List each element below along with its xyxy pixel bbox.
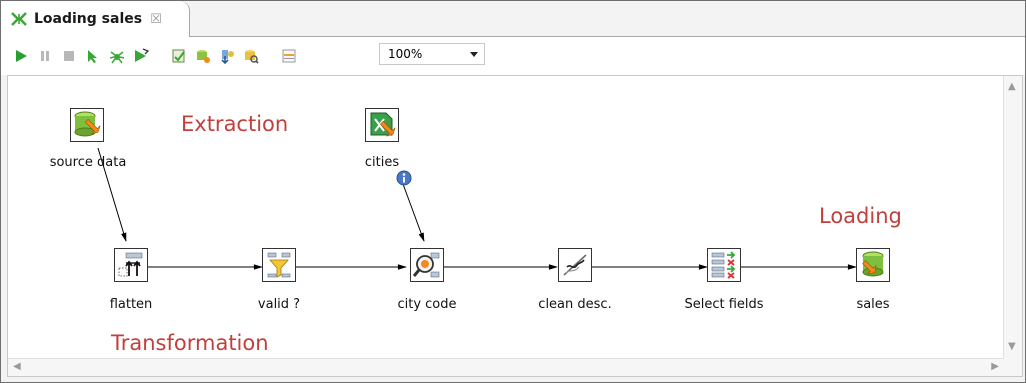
run-icon[interactable]	[11, 46, 31, 66]
filter-icon	[267, 252, 291, 278]
close-icon[interactable]: ☒	[150, 12, 162, 27]
scroll-left-icon[interactable]: ◀	[13, 361, 21, 372]
flatten-icon	[118, 252, 143, 277]
transformation-canvas[interactable]: Extraction Loading Transformation source…	[7, 75, 1023, 377]
explore-db-icon[interactable]	[241, 46, 261, 66]
hop-cities-to-citycode[interactable]	[402, 183, 425, 242]
section-label-loading: Loading	[819, 204, 902, 228]
pause-icon[interactable]	[35, 46, 55, 66]
toolbar: 100%	[1, 37, 1025, 75]
step-sales[interactable]	[856, 248, 890, 282]
step-valid[interactable]	[262, 248, 296, 282]
tab-bar: Loading sales ☒	[1, 1, 1025, 37]
info-icon[interactable]	[396, 170, 412, 186]
zoom-value: 100%	[388, 47, 423, 61]
section-label-extraction: Extraction	[181, 112, 289, 136]
horizontal-scrollbar[interactable]: ◀ ▶	[8, 358, 1004, 376]
step-city-code[interactable]	[410, 248, 444, 282]
show-results-icon[interactable]	[279, 46, 299, 66]
impact-icon[interactable]	[193, 46, 213, 66]
transformation-icon	[11, 12, 27, 26]
step-source-data[interactable]	[70, 108, 104, 142]
tab-title: Loading sales	[34, 11, 143, 27]
step-select-fields[interactable]	[707, 248, 741, 282]
step-label-flatten: flatten	[109, 297, 153, 312]
section-label-transformation: Transformation	[111, 331, 269, 355]
step-clean-desc[interactable]	[558, 248, 592, 282]
vertical-scrollbar[interactable]: ▲ ▼	[1003, 76, 1022, 376]
select-values-icon	[711, 251, 736, 279]
debug-icon[interactable]	[107, 46, 127, 66]
stop-icon[interactable]	[59, 46, 79, 66]
step-label-sales: sales	[856, 297, 890, 312]
sql-icon[interactable]	[217, 46, 237, 66]
step-label-clean-desc: clean desc.	[538, 297, 612, 312]
table-output-icon	[862, 251, 884, 277]
lookup-icon	[413, 252, 440, 278]
table-input-icon	[74, 111, 101, 137]
step-cities[interactable]	[365, 108, 399, 142]
chevron-down-icon	[470, 51, 478, 57]
zoom-select[interactable]: 100%	[379, 43, 485, 65]
step-label-cities: cities	[364, 155, 400, 170]
preview-icon[interactable]	[83, 46, 103, 66]
transformation-window: Loading sales ☒ 100% Extraction Loading …	[0, 0, 1026, 383]
replay-icon[interactable]	[131, 46, 151, 66]
step-label-select-fields: Select fields	[684, 297, 764, 312]
step-label-source-data: source data	[49, 155, 127, 170]
replace-string-icon	[563, 254, 587, 276]
scroll-up-icon[interactable]: ▲	[1008, 81, 1016, 92]
tab-loading-sales[interactable]: Loading sales ☒	[1, 1, 190, 37]
excel-input-icon	[370, 112, 396, 137]
step-label-valid: valid ?	[257, 297, 301, 312]
scroll-down-icon[interactable]: ▼	[1008, 341, 1016, 352]
verify-icon[interactable]	[169, 46, 189, 66]
step-label-city-code: city code	[397, 297, 457, 312]
scroll-right-icon[interactable]: ▶	[991, 361, 999, 372]
step-flatten[interactable]	[114, 248, 148, 282]
